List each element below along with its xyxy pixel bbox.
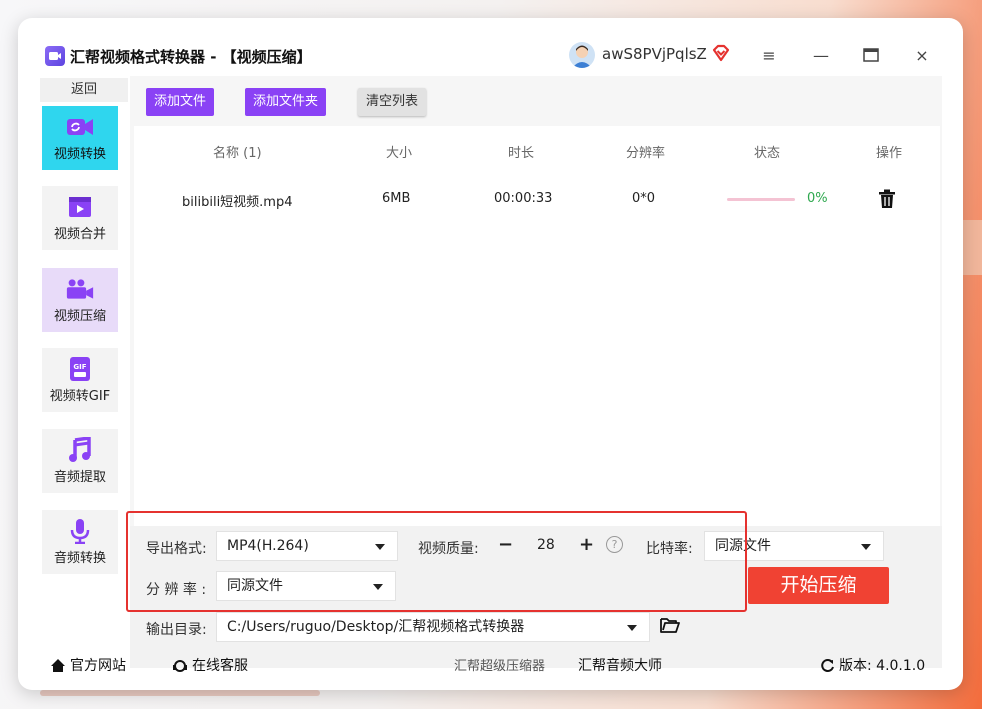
background-band (40, 690, 320, 696)
column-header-resolution: 分辨率 (626, 146, 666, 161)
delete-icon[interactable] (878, 189, 896, 209)
super-compressor-link[interactable]: 汇帮超级压缩器 (454, 655, 545, 674)
official-website-link[interactable]: 官方网站 (50, 655, 126, 675)
official-website-label: 官方网站 (70, 658, 126, 674)
maximize-icon[interactable] (860, 44, 882, 66)
file-duration: 00:00:33 (494, 191, 553, 206)
user-avatar[interactable] (569, 42, 595, 68)
version-info[interactable]: 版本: 4.0.1.0 (820, 655, 925, 675)
file-table (134, 126, 940, 526)
online-support-link[interactable]: 在线客服 (172, 655, 248, 675)
clear-list-button[interactable]: 清空列表 (358, 88, 427, 116)
video-compress-icon (66, 276, 94, 302)
sidebar-item-audio-extract[interactable]: 音频提取 (42, 429, 118, 493)
progress-percent: 0% (807, 191, 828, 206)
progress-bar (727, 198, 795, 201)
app-logo-icon (45, 46, 65, 66)
column-header-name: 名称 (1) (213, 146, 262, 161)
vip-diamond-icon[interactable] (711, 43, 731, 63)
version-label: 版本: 4.0.1.0 (839, 658, 926, 674)
output-dir-select[interactable]: C:/Users/ruguo/Desktop/汇帮视频格式转换器 (216, 612, 650, 642)
highlight-annotation (126, 511, 747, 612)
sidebar-item-label: 视频合并 (53, 227, 106, 242)
column-header-duration: 时长 (508, 146, 535, 161)
gif-icon: GIF (66, 356, 94, 382)
sidebar-item-label: 音频提取 (53, 470, 106, 485)
output-dir-label: 输出目录: (146, 622, 207, 638)
online-support-label: 在线客服 (192, 658, 248, 674)
close-icon[interactable]: × (911, 44, 933, 66)
sidebar-item-video-merge[interactable]: 视频合并 (42, 186, 118, 250)
sidebar-item-label: 视频转GIF (49, 389, 111, 404)
chevron-down-icon (861, 544, 871, 550)
sidebar-item-label: 音频转换 (53, 551, 106, 566)
folder-open-icon[interactable] (660, 616, 680, 634)
menu-icon[interactable]: ≡ (758, 44, 780, 66)
file-size: 6MB (382, 191, 411, 206)
add-file-button[interactable]: 添加文件 (146, 88, 215, 116)
back-button[interactable]: 返回 (40, 78, 128, 102)
file-name: bilibili短视频.mp4 (182, 195, 293, 210)
chevron-down-icon (627, 625, 637, 631)
refresh-icon (821, 658, 834, 672)
app-window: 汇帮视频格式转换器 - 【视频压缩】 awS8PVjPqlsZ ≡ — × 返回… (18, 18, 963, 690)
add-folder-button[interactable]: 添加文件夹 (245, 88, 327, 116)
video-merge-icon (66, 194, 94, 220)
music-note-icon (66, 437, 94, 463)
sidebar-item-label: 视频压缩 (53, 309, 106, 324)
sidebar-item-video-compress[interactable]: 视频压缩 (42, 268, 118, 332)
sidebar-item-video-convert[interactable]: 视频转换 (42, 106, 118, 170)
file-resolution: 0*0 (632, 191, 656, 206)
sidebar-item-audio-convert[interactable]: 音频转换 (42, 510, 118, 574)
output-dir-value: C:/Users/ruguo/Desktop/汇帮视频格式转换器 (227, 619, 525, 635)
column-header-size: 大小 (386, 146, 413, 161)
username[interactable]: awS8PVjPqlsZ (602, 45, 707, 63)
audio-master-link[interactable]: 汇帮音频大师 (578, 655, 662, 675)
title-bar: 汇帮视频格式转换器 - 【视频压缩】 awS8PVjPqlsZ ≡ — × (18, 18, 963, 74)
sidebar-item-video-gif[interactable]: GIF 视频转GIF (42, 348, 118, 412)
minimize-icon[interactable]: — (810, 44, 832, 66)
home-icon (51, 658, 65, 672)
column-header-actions: 操作 (876, 146, 903, 161)
start-compress-button[interactable]: 开始压缩 (748, 567, 889, 604)
microphone-icon (66, 518, 94, 544)
video-convert-icon (66, 114, 94, 140)
svg-text:GIF: GIF (73, 363, 86, 371)
column-header-status: 状态 (754, 146, 781, 161)
footer: 官方网站 在线客服 汇帮超级压缩器 汇帮音频大师 版本: 4.0.1.0 (40, 653, 942, 675)
window-title: 汇帮视频格式转换器 - 【视频压缩】 (70, 48, 312, 66)
headset-icon (173, 659, 187, 672)
sidebar-item-label: 视频转换 (53, 147, 106, 162)
